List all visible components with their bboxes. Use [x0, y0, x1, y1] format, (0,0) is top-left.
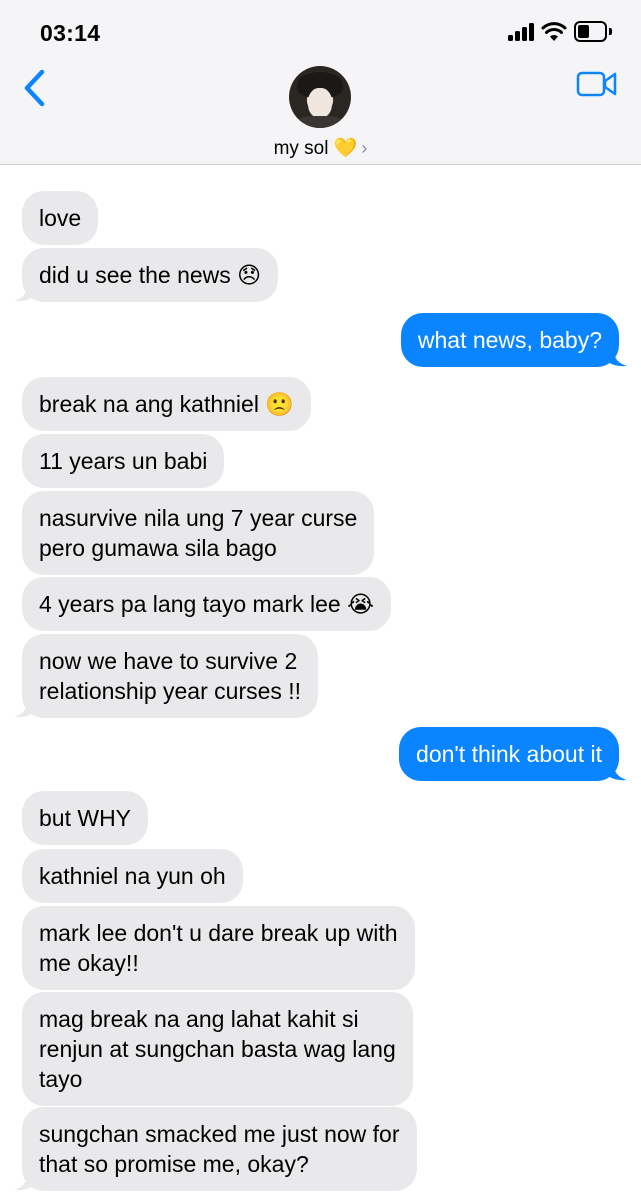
incoming-message-bubble[interactable]: 4 years pa lang tayo mark lee 😭 — [22, 577, 391, 631]
message-text: but WHY — [39, 805, 132, 831]
message-text-line: mark lee don't u dare break up with — [39, 920, 398, 946]
incoming-message-bubble[interactable]: love — [22, 191, 99, 245]
signal-icon — [508, 23, 536, 41]
battery-icon — [574, 21, 612, 42]
incoming-message-bubble[interactable]: mark lee don't u dare break up with me ok… — [22, 906, 415, 990]
message-text: kathniel na yun oh — [39, 863, 226, 889]
message-text-line: mag break na ang lahat kahit si — [39, 1006, 359, 1032]
incoming-message-bubble[interactable]: did u see the news 😞 — [22, 248, 279, 302]
incoming-message-bubble[interactable]: 11 years un babi — [22, 434, 225, 488]
chevron-right-icon: › — [361, 138, 368, 158]
incoming-message-bubble[interactable]: kathniel na yun oh — [22, 849, 243, 903]
message-text: what news, baby? — [417, 327, 602, 353]
message-text: break na ang kathniel 🙁 — [39, 391, 294, 417]
avatar[interactable] — [289, 66, 351, 128]
message-text: did u see the news 😞 — [39, 262, 262, 288]
incoming-message-bubble[interactable]: now we have to survive 2 relationship yea… — [22, 634, 319, 718]
incoming-message-bubble[interactable]: break na ang kathniel 🙁 — [22, 377, 311, 431]
bubble-tail — [14, 280, 36, 302]
contact-name: my sol 💛 — [273, 138, 358, 159]
bubble-tail — [605, 345, 627, 367]
message-text-line: sungchan smacked me just now for — [39, 1121, 400, 1147]
bubble-tail — [14, 1169, 36, 1191]
bubble-tail — [14, 696, 36, 718]
incoming-message-bubble[interactable]: sungchan smacked me just now for that so … — [22, 1107, 417, 1191]
message-text-line: tayo — [39, 1066, 83, 1092]
message-text-line: that so promise me, okay? — [39, 1151, 309, 1177]
status-time: 03:14 — [40, 20, 101, 46]
message-text-line: me okay!! — [39, 950, 139, 976]
wifi-icon — [541, 22, 567, 41]
incoming-message-bubble[interactable]: mag break na ang lahat kahit si renjun at… — [22, 992, 413, 1106]
message-text-line: renjun at sungchan basta wag lang — [39, 1036, 396, 1062]
message-text: 11 years un babi — [39, 448, 208, 474]
message-text: 4 years pa lang tayo mark lee 😭 — [39, 591, 374, 617]
video-camera-icon[interactable] — [576, 70, 618, 98]
message-text-line: relationship year curses !! — [39, 678, 302, 704]
message-text-line: nasurvive nila ung 7 year curse — [39, 505, 358, 531]
conversation-header: 03:14 my sol 💛 › — [0, 0, 641, 165]
outgoing-message-bubble[interactable]: what news, baby? — [400, 313, 619, 367]
contact-name-row[interactable]: my sol 💛 › — [0, 136, 641, 160]
chevron-left-icon[interactable] — [20, 68, 50, 108]
message-text-line: now we have to survive 2 — [39, 648, 298, 674]
message-text: love — [39, 205, 82, 231]
message-text-line: pero gumawa sila bago — [39, 535, 277, 561]
incoming-message-bubble[interactable]: nasurvive nila ung 7 year curse pero guma… — [22, 491, 375, 575]
incoming-message-bubble[interactable]: but WHY — [22, 791, 149, 845]
outgoing-message-bubble[interactable]: don't think about it — [399, 727, 619, 781]
message-text: don't think about it — [416, 741, 602, 767]
bubble-tail — [605, 759, 627, 781]
